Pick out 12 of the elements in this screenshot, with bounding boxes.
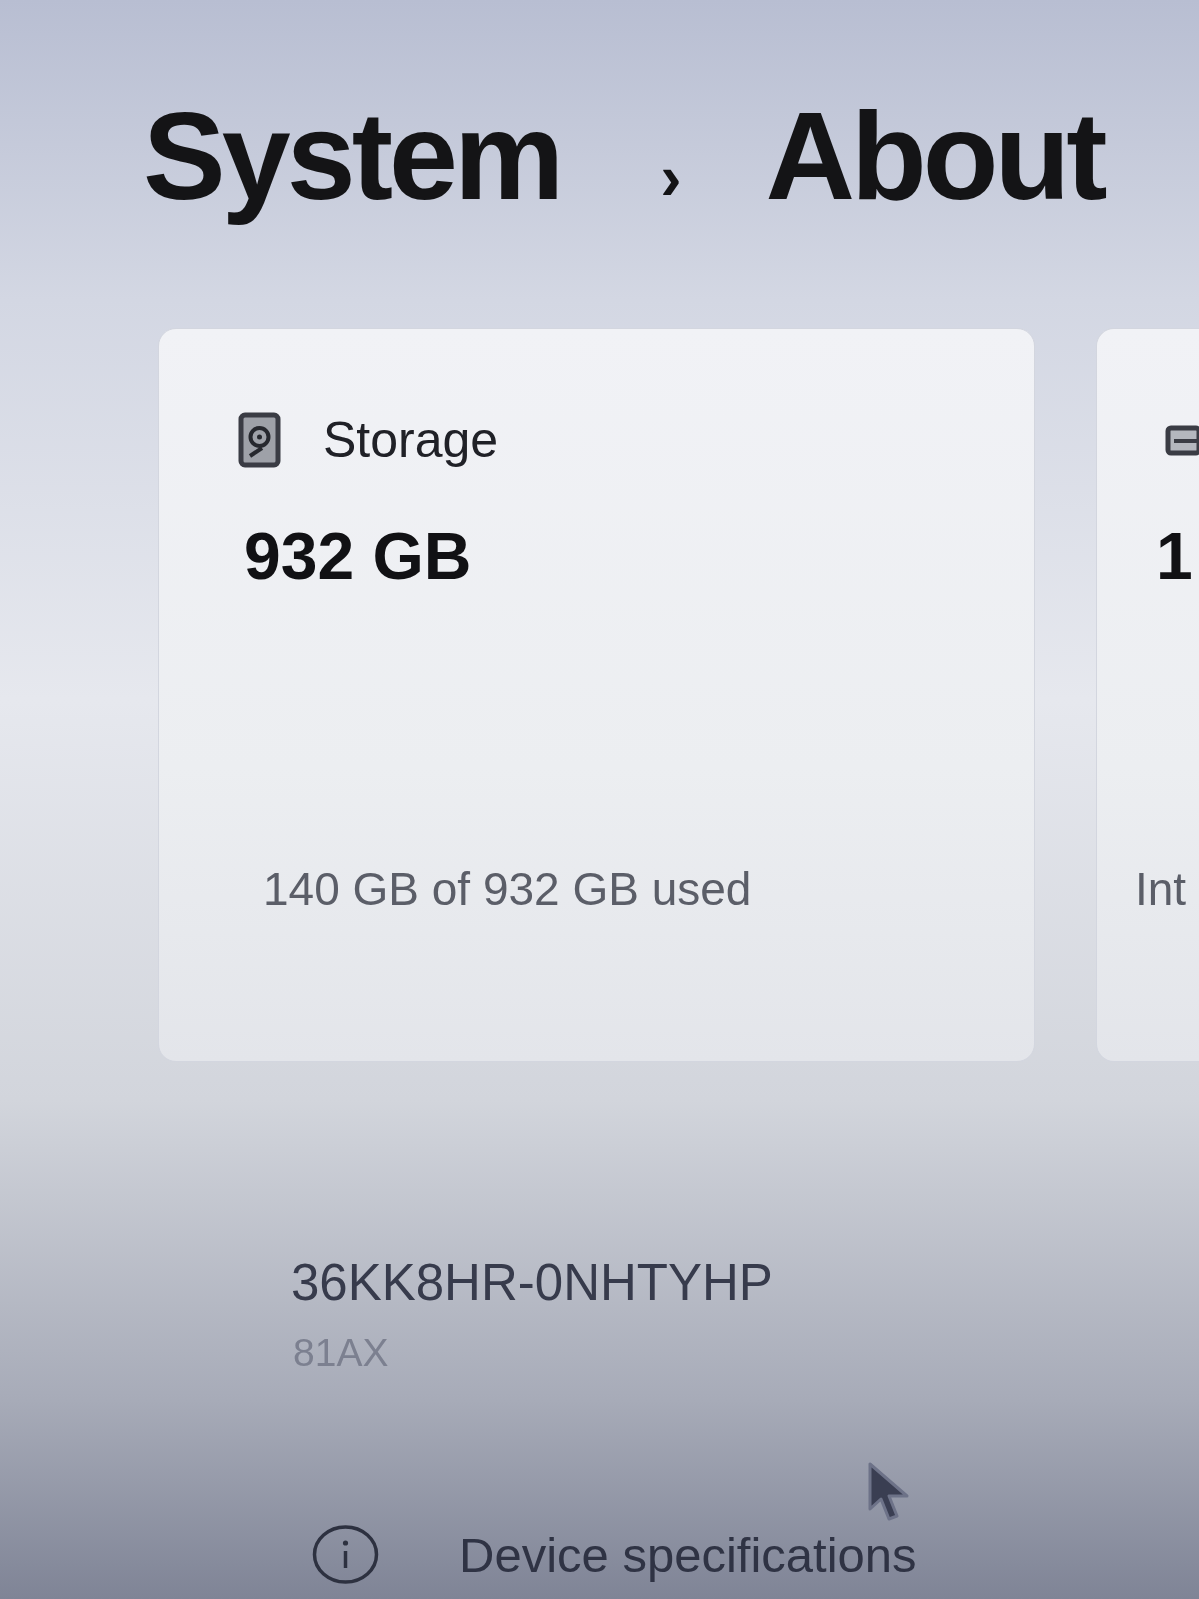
card-value: 932 GB [244, 518, 473, 594]
section-title[interactable]: Device specifications [459, 1526, 917, 1583]
breadcrumb-parent[interactable]: System [143, 88, 561, 224]
info-icon [311, 1524, 380, 1585]
device-identifier: 36KK8HR-0NHTYHP [291, 1253, 774, 1313]
card-detail: 140 GB of 932 GB used [263, 863, 753, 916]
card-title: Storage [323, 412, 499, 468]
hard-drive-icon [238, 412, 281, 468]
card-detail: Int [1135, 863, 1188, 916]
breadcrumb-separator: › [660, 145, 682, 209]
card-value: 1 [1156, 518, 1194, 594]
page-title: About [765, 88, 1104, 224]
